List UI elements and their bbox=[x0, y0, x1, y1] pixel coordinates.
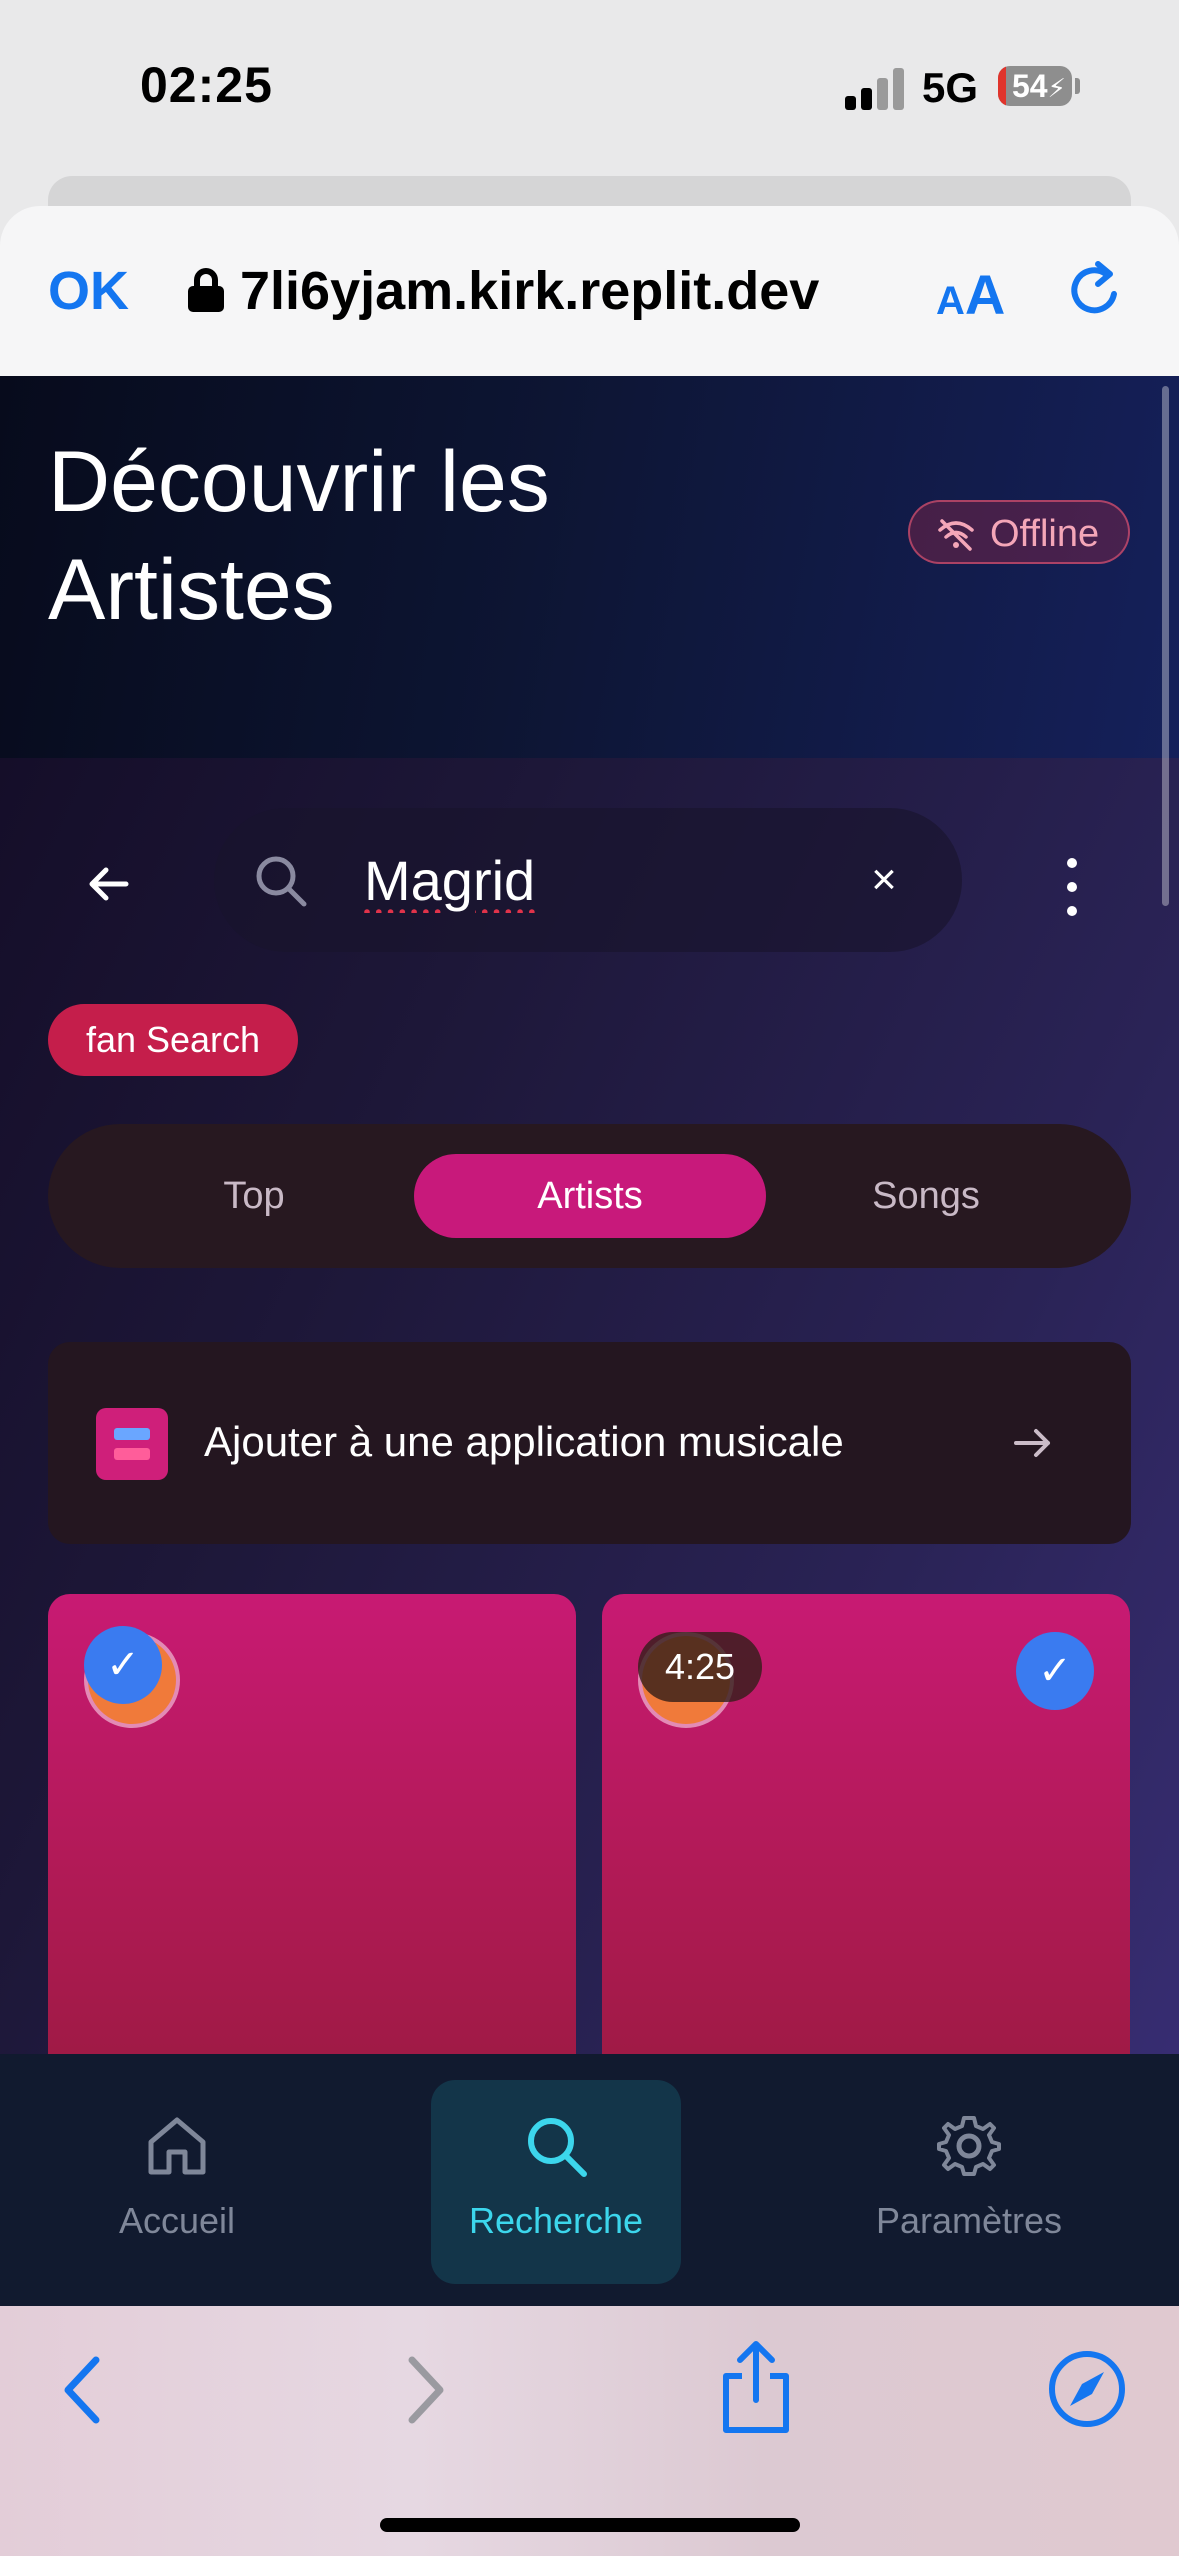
offline-label: Offline bbox=[990, 513, 1100, 555]
duration-badge: 4:25 bbox=[638, 1632, 762, 1702]
status-bar: 02:25 5G 54⚡ bbox=[0, 0, 1179, 180]
share-icon[interactable] bbox=[716, 2340, 796, 2436]
offline-badge: Offline bbox=[908, 500, 1130, 564]
status-time: 02:25 bbox=[140, 57, 273, 113]
done-button[interactable]: OK bbox=[48, 260, 129, 322]
artist-card[interactable]: 4:25 ✓ bbox=[602, 1594, 1130, 2074]
url-address[interactable]: 7li6yjam.kirk.replit.dev bbox=[240, 260, 819, 322]
clear-search-button[interactable]: × bbox=[854, 850, 914, 910]
battery-tip bbox=[1075, 78, 1080, 94]
filter-tabs: Top Artists Songs bbox=[48, 1124, 1131, 1268]
page-title: Découvrir les Artistes bbox=[48, 434, 550, 638]
search-input[interactable] bbox=[364, 842, 834, 918]
search-bar: × bbox=[214, 808, 962, 952]
battery-level: 54 bbox=[1012, 68, 1048, 104]
tab-top[interactable]: Top bbox=[78, 1154, 430, 1238]
add-to-music-app-button[interactable]: Ajouter à une application musicale bbox=[48, 1342, 1131, 1544]
scrollbar[interactable] bbox=[1162, 386, 1169, 906]
checkmark-icon[interactable]: ✓ bbox=[1016, 1632, 1094, 1710]
wifi-off-icon bbox=[938, 519, 974, 551]
checkmark-icon[interactable]: ✓ bbox=[84, 1626, 162, 1704]
app-header: Découvrir les Artistes Offline bbox=[0, 376, 1179, 758]
forward-icon[interactable] bbox=[400, 2352, 450, 2428]
text-size-button[interactable]: AA bbox=[936, 262, 1005, 327]
reload-icon[interactable] bbox=[1062, 258, 1128, 324]
more-options-icon[interactable] bbox=[1052, 850, 1092, 926]
tab-songs[interactable]: Songs bbox=[750, 1154, 1102, 1238]
back-icon[interactable] bbox=[58, 2352, 108, 2428]
battery-icon: 54⚡ bbox=[998, 66, 1072, 106]
nav-search[interactable]: Recherche bbox=[431, 2080, 681, 2284]
app-viewport: Découvrir les Artistes Offline × fan Sea… bbox=[0, 376, 1179, 2306]
lock-icon bbox=[188, 268, 224, 312]
nav-home[interactable]: Accueil bbox=[52, 2080, 302, 2284]
home-indicator bbox=[380, 2518, 800, 2532]
gear-icon bbox=[937, 2116, 1001, 2176]
nav-home-label: Accueil bbox=[118, 2200, 236, 2241]
nav-settings-label: Paramètres bbox=[875, 2200, 1063, 2241]
network-type: 5G bbox=[922, 64, 979, 111]
tab-artists[interactable]: Artists bbox=[414, 1154, 766, 1238]
music-app-logo-icon bbox=[96, 1408, 168, 1480]
fan-search-chip[interactable]: fan Search bbox=[48, 1004, 298, 1076]
search-icon bbox=[256, 856, 307, 907]
artist-card[interactable]: ✓ bbox=[48, 1594, 576, 2074]
nav-settings[interactable]: Paramètres bbox=[844, 2080, 1094, 2284]
signal-icon bbox=[845, 66, 905, 110]
text-size-small-glyph: A bbox=[936, 279, 965, 323]
search-icon bbox=[528, 2118, 587, 2177]
arrow-right-icon bbox=[1014, 1429, 1050, 1457]
back-arrow-icon[interactable] bbox=[72, 848, 144, 920]
home-icon bbox=[148, 2117, 206, 2175]
add-to-music-app-label: Ajouter à une application musicale bbox=[204, 1418, 844, 1465]
nav-search-label: Recherche bbox=[468, 2200, 644, 2241]
text-size-large-glyph: A bbox=[964, 263, 1006, 326]
bottom-navigation: Accueil Recherche Paramètres bbox=[0, 2054, 1179, 2306]
compass-icon[interactable] bbox=[1046, 2348, 1128, 2430]
